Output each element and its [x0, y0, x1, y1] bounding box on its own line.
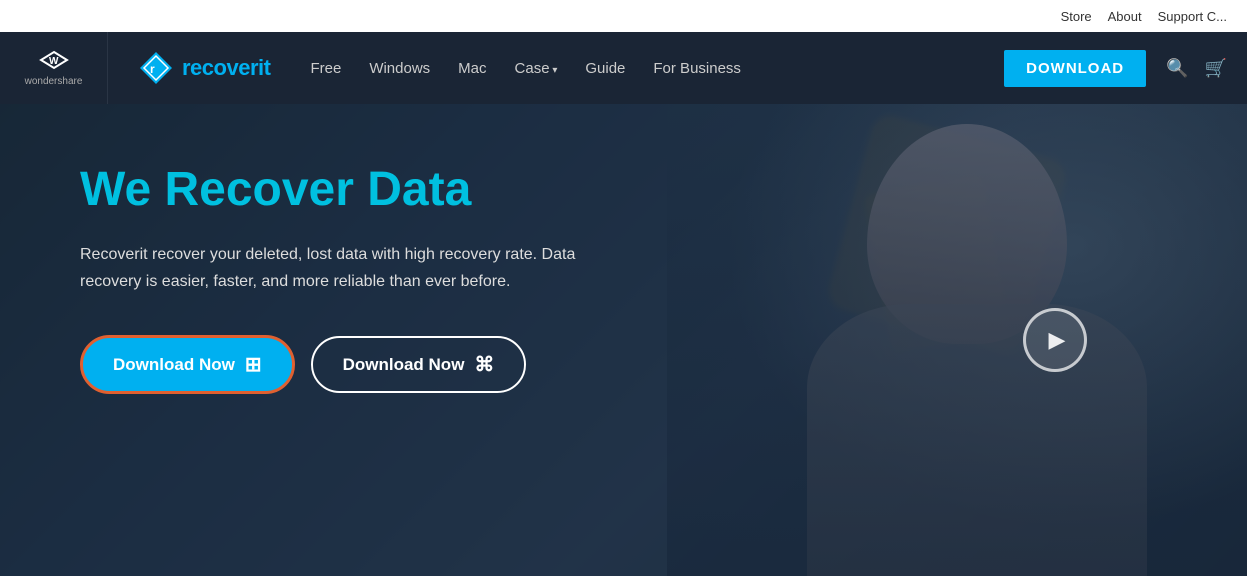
recoverit-text: recoverit: [182, 55, 270, 81]
top-bar: Store About Support C...: [0, 0, 1247, 32]
svg-text:r: r: [150, 62, 155, 76]
download-windows-button[interactable]: Download Now ⊞: [80, 335, 295, 394]
nav-case[interactable]: Case: [515, 60, 558, 77]
wondershare-text: wondershare: [25, 76, 83, 87]
hero-subtitle: Recoverit recover your deleted, lost dat…: [80, 241, 600, 295]
person-body: [807, 304, 1147, 576]
hero-section: We Recover Data Recoverit recover your d…: [0, 104, 1247, 576]
nav-for-business[interactable]: For Business: [653, 60, 741, 77]
wondershare-icon: W: [39, 50, 69, 76]
hero-person-image: [667, 104, 1247, 576]
nav-mac[interactable]: Mac: [458, 60, 486, 77]
windows-icon: ⊞: [245, 352, 262, 377]
about-link[interactable]: About: [1108, 9, 1142, 24]
nav-icon-group: 🔍 🛒: [1166, 58, 1227, 79]
nav-free[interactable]: Free: [310, 60, 341, 77]
recoverit-text-recover: recover: [182, 55, 258, 80]
hero-buttons: Download Now ⊞ Download Now ⌘: [80, 335, 600, 394]
svg-text:W: W: [49, 56, 59, 67]
recoverit-text-it: it: [258, 55, 270, 80]
nav-links: Free Windows Mac Case Guide For Business: [310, 60, 1004, 77]
search-icon[interactable]: 🔍: [1166, 58, 1188, 79]
nav-download-button[interactable]: DOWNLOAD: [1004, 50, 1146, 87]
download-mac-label: Download Now: [343, 355, 465, 375]
support-link[interactable]: Support C...: [1158, 9, 1227, 24]
navbar: W wondershare r recoverit Free Windows M…: [0, 32, 1247, 104]
recoverit-logo[interactable]: r recoverit: [138, 50, 270, 86]
store-link[interactable]: Store: [1061, 9, 1092, 24]
hero-title: We Recover Data: [80, 164, 600, 217]
play-button[interactable]: [1023, 308, 1087, 372]
wondershare-logo[interactable]: W wondershare: [20, 32, 108, 104]
recoverit-icon: r: [138, 50, 174, 86]
mac-icon: ⌘: [474, 352, 494, 377]
hero-content: We Recover Data Recoverit recover your d…: [0, 104, 680, 454]
nav-windows[interactable]: Windows: [369, 60, 430, 77]
download-windows-label: Download Now: [113, 355, 235, 375]
cart-icon[interactable]: 🛒: [1205, 58, 1227, 79]
nav-guide[interactable]: Guide: [585, 60, 625, 77]
download-mac-button[interactable]: Download Now ⌘: [311, 336, 527, 393]
